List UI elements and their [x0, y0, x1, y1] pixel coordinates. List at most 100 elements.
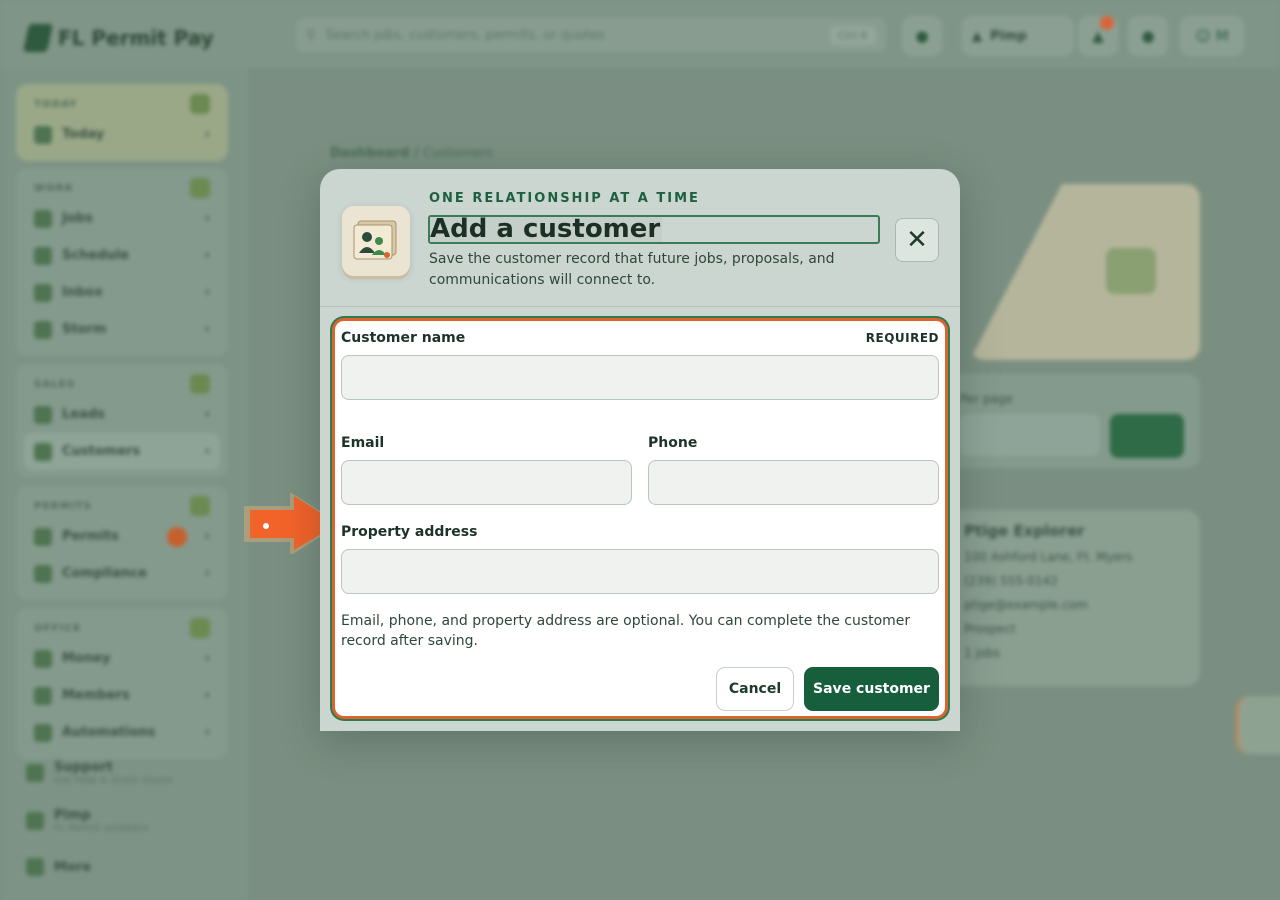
document-icon: [190, 496, 210, 516]
breadcrumb-separator: /: [413, 146, 424, 161]
today-icon: [34, 125, 52, 144]
sidebar-item-permits[interactable]: Permits ›: [24, 518, 220, 555]
chevron-right-icon: ›: [204, 285, 210, 300]
help-icon[interactable]: ●: [1128, 16, 1168, 56]
sidebar-item-compliance[interactable]: Compliance ›: [24, 555, 220, 592]
dialog-header: ONE RELATIONSHIP AT A TIME Add a custome…: [320, 169, 960, 307]
customer-card-icon: [342, 206, 410, 276]
email-label: Email: [341, 435, 385, 451]
sidebar-item-schedule[interactable]: Schedule ›: [24, 237, 220, 274]
create-button[interactable]: [1110, 414, 1184, 458]
footer-text: Pimp FL Permit assistant: [54, 808, 149, 834]
customers-icon: [34, 442, 52, 461]
sidebar-item-money[interactable]: Money ›: [24, 640, 220, 677]
customer-card-name: Ptige Explorer: [964, 522, 1085, 540]
chevron-right-icon: ›: [204, 566, 210, 581]
sidebar-item-label: Storm: [62, 322, 107, 337]
more-icon: [26, 858, 44, 876]
footer-label: Pimp: [54, 808, 91, 823]
customer-form: Customer name REQUIRED Email Phone Prope…: [332, 318, 948, 719]
close-button[interactable]: ✕: [895, 218, 939, 262]
inbox-icon: [34, 283, 52, 302]
group-title: SALES: [24, 372, 220, 396]
coin-icon: [190, 374, 210, 394]
sidebar-group-office: OFFICE Money › Members › Automations ›: [16, 608, 228, 759]
sidebar-item-customers[interactable]: Customers ›: [24, 433, 220, 470]
sidebar-footer-support[interactable]: Support Get help & share issues: [26, 760, 173, 786]
property-address-input[interactable]: [341, 549, 939, 594]
sidebar-footer-more[interactable]: More: [26, 858, 91, 876]
dialog-eyebrow: ONE RELATIONSHIP AT A TIME: [429, 191, 700, 206]
close-icon: ✕: [906, 225, 928, 255]
customer-card[interactable]: Ptige Explorer 100 Ashford Lane, Ft. Mye…: [940, 510, 1200, 686]
sidebar-item-automations[interactable]: Automations ›: [24, 714, 220, 751]
sidebar-item-inbox[interactable]: Inbox ›: [24, 274, 220, 311]
chevron-right-icon: ›: [204, 529, 210, 544]
money-icon: [34, 649, 52, 668]
sidebar-item-label: Jobs: [62, 211, 93, 226]
sidebar-item-members[interactable]: Members ›: [24, 677, 220, 714]
footer-sub: FL Permit assistant: [54, 823, 149, 834]
assistant-button[interactable]: ▲ Pimp: [962, 16, 1074, 56]
customer-name-label: Customer name: [341, 330, 466, 346]
breadcrumb-home[interactable]: Dashboard: [330, 146, 409, 161]
sidebar-item-leads[interactable]: Leads ›: [24, 396, 220, 433]
sun-icon: [190, 94, 210, 114]
group-title-text: OFFICE: [34, 622, 82, 634]
optional-fields-hint: Email, phone, and property address are o…: [341, 613, 911, 649]
chevron-right-icon: ›: [204, 248, 210, 263]
phone-field[interactable]: [648, 460, 939, 505]
group-title: OFFICE: [24, 616, 220, 640]
sidebar-group-sales: SALES Leads › Customers ›: [16, 364, 228, 478]
search-icon: ⚲: [306, 27, 316, 43]
sidebar-item-storm[interactable]: Storm ›: [24, 311, 220, 348]
group-title: TODAY: [24, 92, 220, 116]
footer-text: Support Get help & share issues: [54, 760, 173, 786]
email-field[interactable]: [341, 460, 632, 505]
group-title-text: SALES: [34, 378, 76, 390]
storm-icon: [34, 320, 52, 339]
sidebar-item-label: Members: [62, 688, 130, 703]
chevron-right-icon: ›: [204, 444, 210, 459]
permits-icon: [34, 527, 52, 546]
tools-icon: [190, 178, 210, 198]
chevron-right-icon: ›: [204, 127, 210, 142]
sidebar-item-label: Automations: [62, 725, 156, 740]
customer-card-phone: (239) 555-0142: [964, 574, 1058, 588]
sidebar-footer-assistant[interactable]: Pimp FL Permit assistant: [26, 808, 149, 834]
phone-label: Phone: [648, 435, 698, 451]
sidebar-item-label: Permits: [62, 529, 119, 544]
sidebar-item-label: Schedule: [62, 248, 129, 263]
app-logo[interactable]: FL Permit Pay: [23, 24, 214, 52]
dialog-subtitle: Save the customer record that future job…: [429, 251, 835, 288]
sidebar-item-today[interactable]: Today ›: [24, 116, 220, 153]
chevron-right-icon: ›: [204, 322, 210, 337]
group-title-text: PERMITS: [34, 500, 92, 512]
sidebar-item-label: Customers: [62, 444, 141, 459]
save-customer-button[interactable]: Save customer: [804, 667, 939, 711]
per-page-select[interactable]: [960, 414, 1100, 456]
sidebar-group-permits: PERMITS Permits › Compliance ›: [16, 486, 228, 600]
automations-icon: [34, 723, 52, 742]
permits-badge: [166, 526, 187, 547]
customer-name-input[interactable]: [341, 355, 939, 400]
sidebar-item-label: Inbox: [62, 285, 103, 300]
sidebar-item-label: Money: [62, 651, 111, 666]
sidebar-item-jobs[interactable]: Jobs ›: [24, 200, 220, 237]
cancel-button[interactable]: Cancel: [716, 667, 794, 711]
sidebar: TODAY Today › WORK Jobs › Schedule › Inbox ›…: [0, 68, 248, 900]
global-search[interactable]: ⚲ Search jobs, customers, permits, or qu…: [296, 18, 886, 52]
customer-card-jobs: 1 jobs: [964, 646, 1000, 660]
user-menu[interactable]: ☺ M: [1180, 16, 1244, 56]
breadcrumb-current: Customers: [423, 146, 494, 161]
support-icon: [26, 764, 44, 782]
dialog-title: Add a customer: [428, 215, 880, 244]
assistant-float-tab[interactable]: [1236, 696, 1280, 754]
jobs-icon: [34, 209, 52, 228]
group-title: PERMITS: [24, 494, 220, 518]
storm-icon[interactable]: ●: [902, 16, 942, 56]
chevron-right-icon: ›: [204, 688, 210, 703]
top-bar: FL Permit Pay ⚲ Search jobs, customers, …: [0, 0, 1280, 68]
customers-illustration-icon: [1106, 248, 1156, 294]
members-icon: [34, 686, 52, 705]
